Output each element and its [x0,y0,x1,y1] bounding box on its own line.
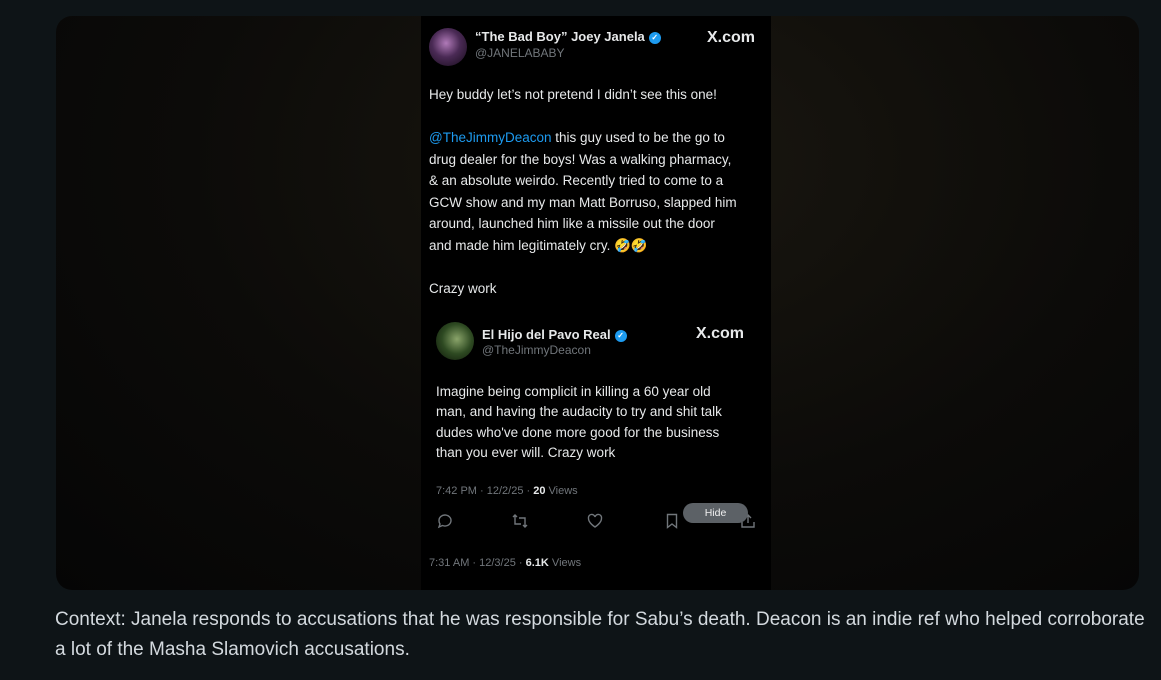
quoted-views-label: Views [545,485,578,497]
outer-view-count: 6.1K [525,557,549,569]
bookmark-icon[interactable] [663,512,681,530]
outer-display-name-text: “The Bad Boy” Joey Janela [475,29,645,44]
outer-tweet-line: & an absolute weirdo. Recently tried to … [429,173,724,189]
hide-button[interactable]: Hide [683,503,748,523]
verified-badge-icon: ✓ [648,31,661,44]
quoted-display-name-text: El Hijo del Pavo Real [482,327,611,342]
avatar [429,28,467,66]
quoted-tweet-line: man, and having the audacity to try and … [436,404,722,420]
outer-tweet-line: and made him legitimately cry. 🤣🤣 [429,238,648,253]
quoted-tweet-line: Imagine being complicit in killing a 60 … [436,384,711,399]
reply-icon[interactable] [436,512,454,530]
outer-tweet-line: around, launched him like a missile out … [429,216,715,232]
mention-line-rest: this guy used to be the go to [551,130,725,145]
outer-tweet-line1: Hey buddy let’s not pretend I didn’t see… [429,87,717,102]
outer-display-name: “The Bad Boy” Joey Janela ✓ [475,29,661,44]
avatar [436,322,474,360]
outer-views-label: Views [548,557,582,569]
outer-tweet-line: GCW show and my man Matt Borruso, slappe… [429,194,737,210]
quoted-tweet-line: than you ever will. Crazy work [436,444,616,460]
outer-tweet-line: drug dealer for the boys! Was a walking … [429,151,732,167]
quoted-tweet-line: dudes who've done more good for the busi… [436,424,720,440]
embedded-image-frame[interactable]: “The Bad Boy” Joey Janela ✓ @JANELABABY X… [56,16,1139,590]
outer-tweet-mention-line: @TheJimmyDeacon this guy used to be the … [429,127,725,149]
like-icon[interactable] [586,512,604,530]
outer-tweet-closing: Crazy work [429,281,497,296]
x-logo: X.com [696,325,745,342]
x-logo: X.com [707,29,756,46]
quoted-handle: @TheJimmyDeacon [482,343,591,357]
quoted-timestamp: 7:42 PM · 12/2/25 · [436,485,534,497]
quoted-view-count: 20 [533,485,546,497]
quoted-tweet-meta: 7:42 PM · 12/2/25 · 20 Views [436,485,578,497]
verified-badge-icon: ✓ [614,329,627,342]
quoted-display-name: El Hijo del Pavo Real ✓ [482,327,627,342]
mention-link[interactable]: @TheJimmyDeacon [429,130,552,145]
tweet-screenshot: “The Bad Boy” Joey Janela ✓ @JANELABABY X… [421,16,771,590]
outer-tweet-meta: 7:31 AM · 12/3/25 · 6.1K Views [429,557,581,569]
context-caption: Context: Janela responds to accusations … [55,609,1145,660]
outer-handle: @JANELABABY [475,46,565,60]
retweet-icon[interactable] [511,512,529,530]
outer-timestamp: 7:31 AM · 12/3/25 · [429,557,526,569]
